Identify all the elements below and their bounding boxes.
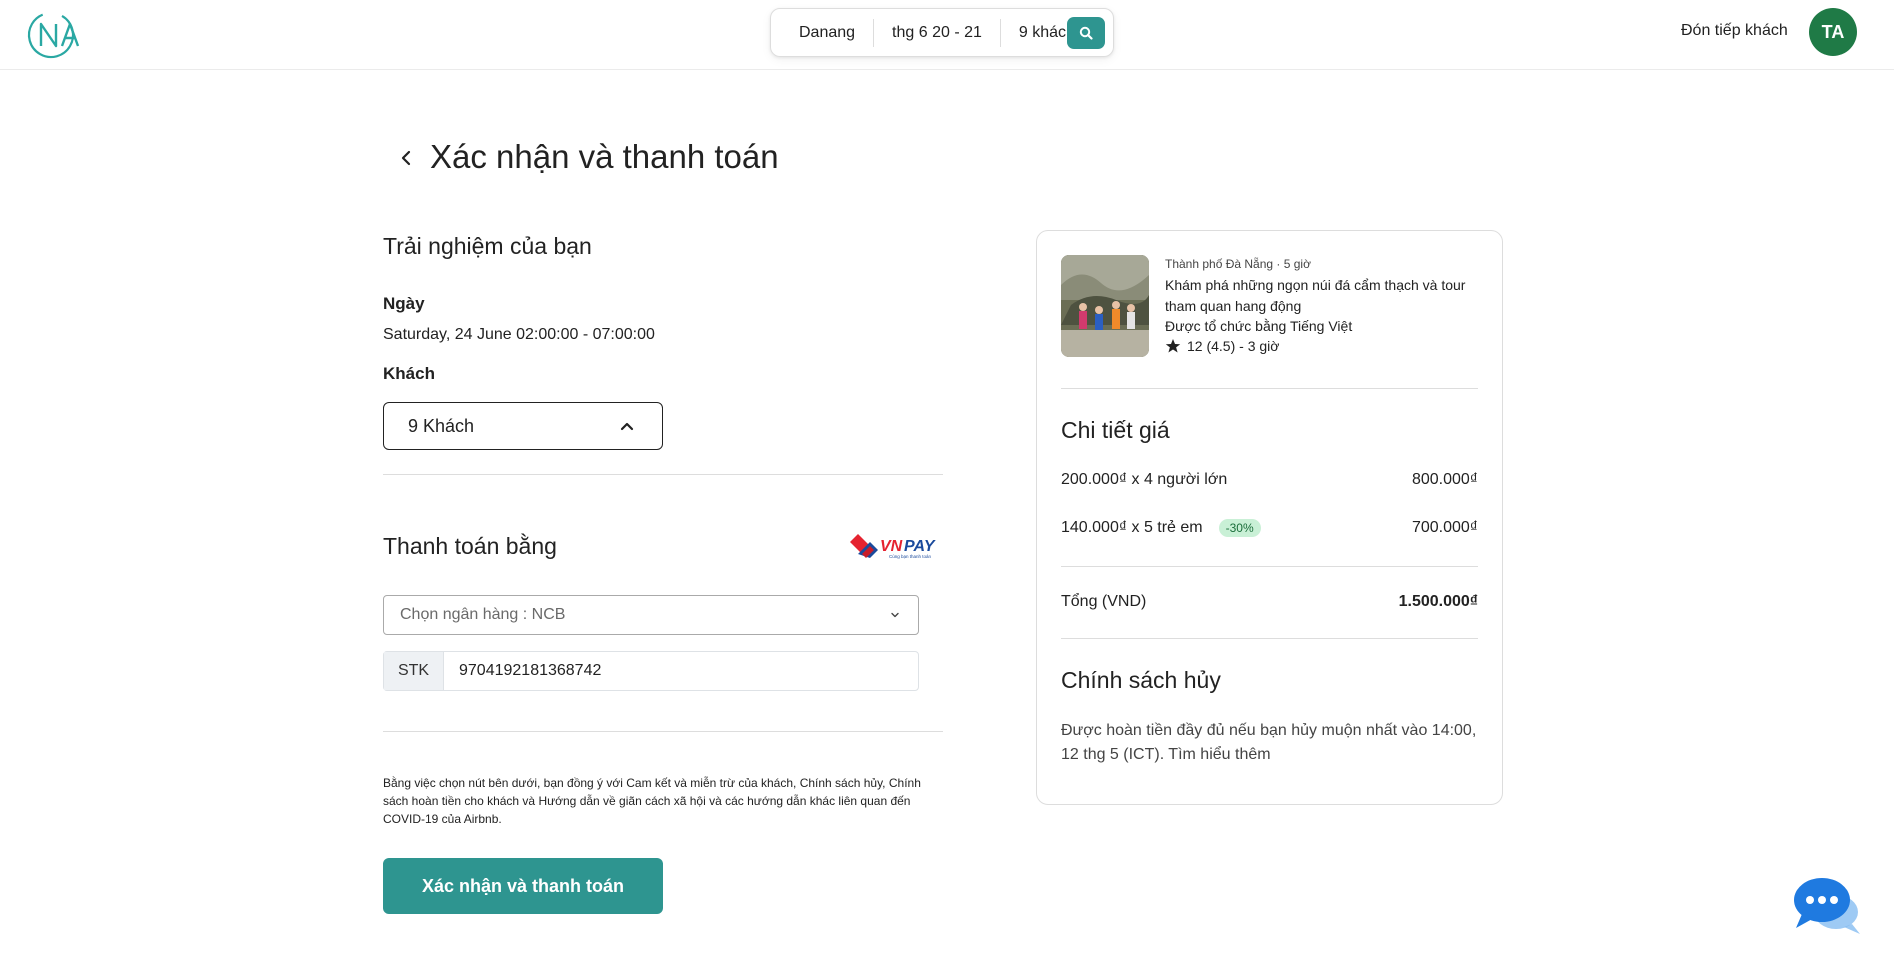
cancellation-policy-title: Chính sách hủy: [1061, 667, 1221, 693]
adult-price-line: 200.000₫ x 4 người lớn: [1061, 471, 1228, 488]
account-number-group: STK: [383, 651, 919, 691]
experience-meta: Thành phố Đà Nẵng · 5 giờ: [1165, 257, 1311, 271]
confirm-payment-button[interactable]: Xác nhận và thanh toán: [383, 858, 663, 914]
host-link[interactable]: Đón tiếp khách: [1681, 22, 1788, 40]
adult-price-total: 800.000₫: [1411, 471, 1478, 488]
date-label: Ngày: [383, 294, 425, 313]
bank-select[interactable]: Chọn ngân hàng : NCB: [383, 595, 919, 635]
vnpay-logo-vn: VN: [880, 538, 903, 555]
back-arrow-icon[interactable]: [398, 148, 416, 168]
date-value: Saturday, 24 June 02:00:00 - 07:00:00: [383, 326, 655, 343]
chevron-up-icon: [620, 422, 634, 431]
card-divider: [1061, 388, 1478, 389]
search-button[interactable]: [1067, 17, 1105, 49]
vnpay-logo-pay: PAY: [904, 538, 936, 555]
bank-select-value: Chọn ngân hàng : NCB: [400, 606, 566, 623]
experience-title: Khám phá những ngọn núi đá cẩm thạch và …: [1165, 277, 1466, 314]
star-icon: [1165, 339, 1181, 353]
total-value: 1.500.000₫: [1398, 593, 1478, 610]
total-label: Tổng (VND): [1061, 593, 1147, 610]
top-navbar: Danang thg 6 20 - 21 9 khách Đón tiếp kh…: [0, 0, 1894, 70]
experience-rating-text: 12 (4.5) - 3 giờ: [1187, 338, 1280, 354]
summary-card: Thành phố Đà Nẵng · 5 giờ Khám phá những…: [1036, 230, 1503, 805]
experience-language: Được tổ chức bằng Tiếng Việt: [1165, 318, 1353, 334]
card-divider: [1061, 566, 1478, 567]
search-location[interactable]: Danang: [771, 19, 873, 47]
account-number-input[interactable]: [444, 652, 918, 690]
card-divider: [1061, 638, 1478, 639]
guests-select[interactable]: 9 Khách: [383, 402, 663, 450]
search-dates[interactable]: thg 6 20 - 21: [873, 18, 1000, 47]
child-price-total: 700.000₫: [1411, 519, 1478, 536]
cancellation-policy-text: Được hoàn tiền đầy đủ nếu bạn hủy muộn n…: [1061, 722, 1477, 763]
experience-section-title: Trải nghiệm của bạn: [383, 233, 592, 259]
avatar[interactable]: TA: [1809, 8, 1857, 56]
search-bar[interactable]: Danang thg 6 20 - 21 9 khách: [770, 8, 1114, 57]
payment-section-title: Thanh toán bằng: [383, 533, 557, 559]
child-price-line: 140.000₫ x 5 trẻ em -30%: [1061, 519, 1261, 537]
account-number-label: STK: [384, 652, 444, 690]
chevron-down-icon: [891, 612, 899, 618]
guests-select-value: 9 Khách: [408, 415, 475, 436]
guests-label: Khách: [383, 364, 435, 383]
experience-thumbnail: [1061, 255, 1149, 357]
section-divider: [383, 474, 943, 475]
vnpay-logo: VN PAY Cùng bạn thanh toán: [850, 534, 936, 559]
discount-badge: -30%: [1218, 519, 1261, 537]
terms-text: Bằng việc chọn nút bên dưới, bạn đồng ý …: [383, 776, 921, 826]
search-icon: [1079, 26, 1093, 40]
child-price-text: 140.000₫ x 5 trẻ em: [1061, 519, 1203, 536]
experience-rating: 12 (4.5) - 3 giờ: [1165, 338, 1279, 354]
logo-icon[interactable]: [26, 6, 92, 64]
price-details-title: Chi tiết giá: [1061, 417, 1170, 443]
chat-icon[interactable]: [1792, 872, 1862, 938]
vnpay-tagline: Cùng bạn thanh toán: [889, 554, 932, 559]
page-title: Xác nhận và thanh toán: [430, 138, 779, 175]
payment-divider: [383, 731, 943, 732]
